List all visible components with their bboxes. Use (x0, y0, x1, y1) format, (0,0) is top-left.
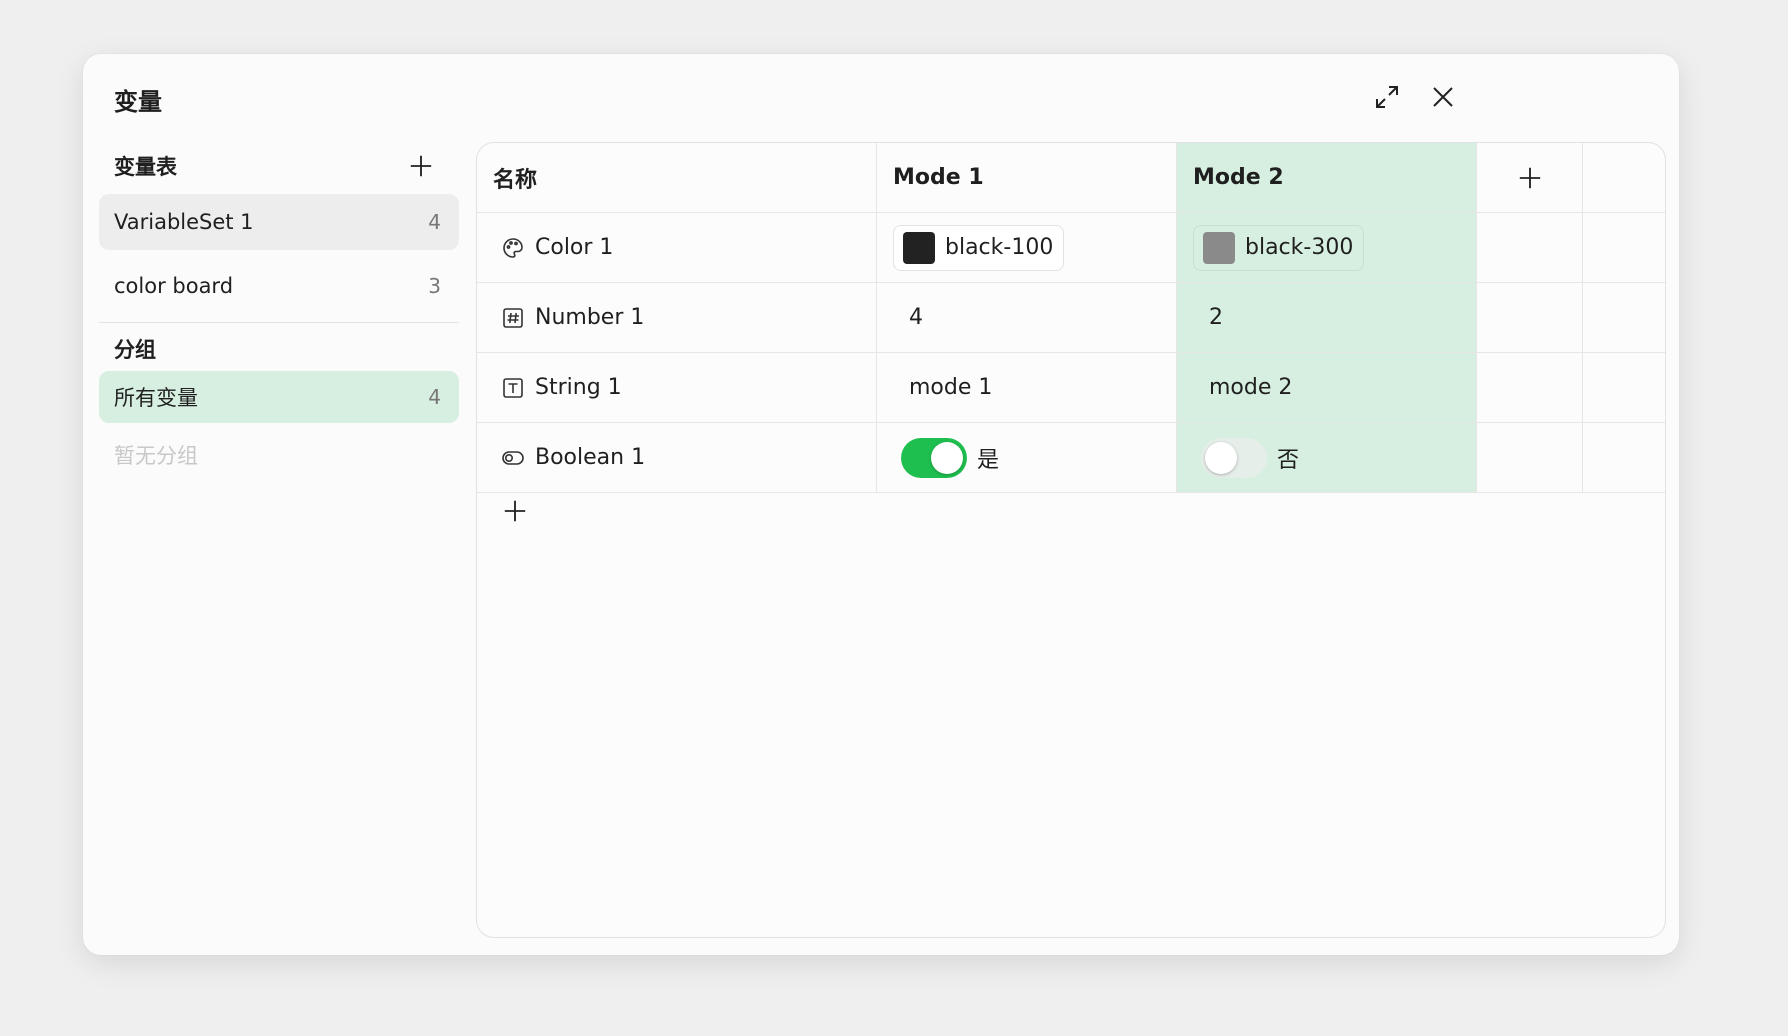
mode-2-value-cell[interactable]: 否 (1177, 423, 1477, 492)
boolean-toggle-on[interactable] (901, 437, 967, 478)
empty-cell (1583, 143, 1665, 212)
sidebar: 变量表 VariableSet 1 4 color board 3 分组 所有变… (99, 138, 459, 477)
boolean-label: 是 (977, 447, 1000, 473)
color-value-chip[interactable]: black-100 (893, 224, 1065, 271)
toggle-icon (501, 446, 525, 470)
sidebar-item-label: color board (114, 274, 234, 298)
color-value-label: black-300 (1245, 235, 1354, 260)
empty-cell (1583, 353, 1665, 422)
mode-1-value-cell[interactable]: 4 (877, 283, 1177, 352)
table-row: Color 1 black-100 black-300 (477, 213, 1665, 283)
sidebar-item-count: 4 (428, 385, 441, 409)
empty-cell (1477, 423, 1583, 492)
mode-1-value-cell[interactable]: 是 (877, 423, 1177, 492)
sidebar-item-variableset-1[interactable]: VariableSet 1 4 (99, 194, 459, 250)
column-header-mode-1[interactable]: Mode 1 (877, 143, 1177, 212)
empty-cell (1583, 213, 1665, 282)
variables-dialog: 变量 变量表 VariableSet 1 4 color board 3 分组 … (83, 54, 1679, 955)
variable-name-cell[interactable]: Boolean 1 (477, 423, 877, 492)
mode-2-value-cell[interactable]: mode 2 (1177, 353, 1477, 422)
variable-name: Color 1 (535, 235, 614, 260)
add-variable-button[interactable] (497, 493, 533, 529)
variable-name: Number 1 (535, 305, 645, 330)
empty-cell (1583, 283, 1665, 352)
number-icon (501, 306, 525, 330)
expand-icon[interactable] (1370, 80, 1404, 114)
palette-icon (501, 236, 525, 260)
variable-name: Boolean 1 (535, 445, 646, 470)
mode-1-value-cell[interactable]: black-100 (877, 213, 1177, 282)
variable-name-cell[interactable]: String 1 (477, 353, 877, 422)
number-value[interactable]: 4 (893, 305, 923, 330)
variables-table: 名称 Mode 1 Mode 2 Color 1 black-100 black… (476, 142, 1666, 938)
string-value[interactable]: mode 1 (893, 375, 992, 400)
empty-groups-text: 暂无分组 (114, 444, 198, 468)
toggle-knob (931, 441, 963, 474)
color-value-chip[interactable]: black-300 (1193, 224, 1365, 271)
groups-header: 分组 (114, 338, 156, 362)
table-header-row: 名称 Mode 1 Mode 2 (477, 143, 1665, 213)
color-swatch (903, 231, 935, 264)
plus-icon (1519, 167, 1540, 188)
variable-sets-header: 变量表 (99, 138, 459, 194)
sidebar-item-count: 4 (428, 210, 441, 234)
plus-icon (410, 155, 432, 177)
variable-name-cell[interactable]: Color 1 (477, 213, 877, 282)
empty-cell (1477, 283, 1583, 352)
table-row: Boolean 1 是 否 (477, 423, 1665, 493)
sidebar-item-all-variables[interactable]: 所有变量 4 (99, 371, 459, 423)
empty-cell (1477, 353, 1583, 422)
mode-2-value-cell[interactable]: black-300 (1177, 213, 1477, 282)
color-swatch (1203, 231, 1235, 264)
sidebar-item-label: VariableSet 1 (114, 210, 254, 234)
dialog-title: 变量 (114, 88, 162, 116)
add-variable-set-button[interactable] (405, 150, 437, 182)
column-header-name: 名称 (477, 143, 877, 212)
toggle-knob (1205, 441, 1237, 474)
color-value-label: black-100 (945, 235, 1054, 260)
close-icon[interactable] (1426, 80, 1460, 114)
sidebar-item-label: 所有变量 (114, 386, 198, 410)
add-mode-button[interactable] (1477, 143, 1583, 212)
boolean-label: 否 (1277, 447, 1300, 473)
table-row: Number 1 4 2 (477, 283, 1665, 353)
variable-name-cell[interactable]: Number 1 (477, 283, 877, 352)
empty-cell (1583, 423, 1665, 492)
string-value[interactable]: mode 2 (1193, 375, 1292, 400)
variable-sets-title: 变量表 (114, 155, 177, 179)
text-icon (501, 376, 525, 400)
table-row: String 1 mode 1 mode 2 (477, 353, 1665, 423)
sidebar-item-color-board[interactable]: color board 3 (99, 258, 459, 314)
variable-name: String 1 (535, 375, 622, 400)
mode-1-value-cell[interactable]: mode 1 (877, 353, 1177, 422)
column-header-mode-2[interactable]: Mode 2 (1177, 143, 1477, 212)
mode-2-value-cell[interactable]: 2 (1177, 283, 1477, 352)
plus-icon (504, 500, 526, 522)
number-value[interactable]: 2 (1193, 305, 1223, 330)
empty-cell (1477, 213, 1583, 282)
boolean-toggle-off[interactable] (1201, 437, 1267, 478)
sidebar-item-count: 3 (428, 274, 441, 298)
divider (99, 322, 459, 323)
